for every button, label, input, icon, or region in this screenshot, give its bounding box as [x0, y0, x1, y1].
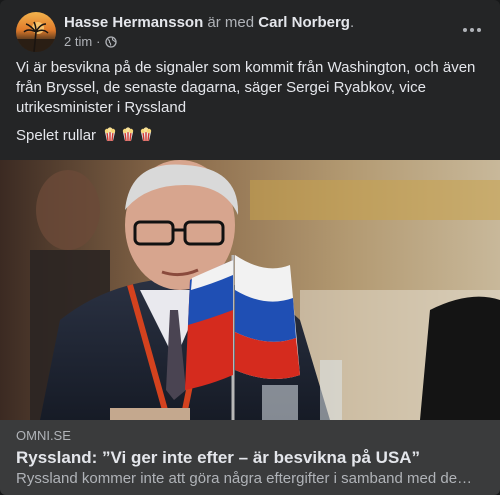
globe-icon: [104, 36, 117, 48]
popcorn-icon: [105, 127, 116, 142]
author-name[interactable]: Hasse Hermansson: [64, 14, 203, 31]
post-text-paragraph: Vi är besvikna på de signaler som kommit…: [16, 59, 476, 116]
post-meta: 2 tim ·: [64, 33, 117, 51]
post-header: Hasse Hermansson är med Carl Norberg. 2 …: [16, 12, 484, 52]
link-preview[interactable]: OMNI.SE Ryssland: ”Vi ger inte efter – ä…: [0, 420, 500, 495]
link-domain: OMNI.SE: [16, 428, 71, 443]
post-text-line: Spelet rullar: [16, 126, 484, 146]
dot-icon: [477, 28, 481, 32]
tagged-suffix: .: [349, 14, 355, 31]
tagged-name[interactable]: Carl Norberg: [258, 14, 350, 31]
post-card: Hasse Hermansson är med Carl Norberg. 2 …: [0, 0, 500, 495]
link-preview-image[interactable]: [0, 160, 500, 420]
link-title[interactable]: Ryssland: ”Vi ger inte efter – är besvik…: [16, 447, 484, 469]
link-description: Ryssland kommer inte att göra några efte…: [16, 470, 473, 487]
with-connector: är med: [203, 14, 259, 31]
popcorn-icon: [141, 127, 152, 142]
post-body: Vi är besvikna på de signaler som kommit…: [16, 58, 484, 154]
popcorn-icon: [123, 127, 134, 142]
dot-icon: [463, 28, 467, 32]
palm-sunset-icon: [16, 21, 56, 52]
author-line: Hasse Hermansson är med Carl Norberg.: [64, 13, 354, 33]
author-avatar[interactable]: [16, 12, 56, 52]
post-text-emoji-line: Spelet rullar: [16, 127, 97, 144]
more-options-button[interactable]: [458, 18, 486, 42]
news-photo: [0, 160, 500, 420]
post-time[interactable]: 2 tim: [64, 33, 92, 51]
dot-icon: [470, 28, 474, 32]
meta-separator: ·: [96, 34, 101, 49]
